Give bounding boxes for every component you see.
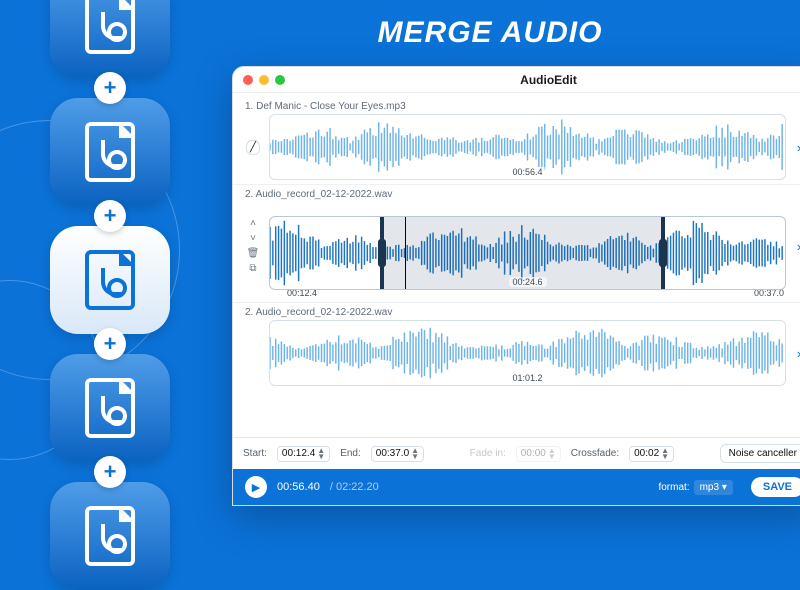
waveform[interactable]: 01:01.2 bbox=[269, 320, 786, 386]
fade-tool-button[interactable]: ╱ bbox=[246, 140, 260, 155]
track-list: 1. Def Manic - Close Your Eyes.mp3 ╱ 00:… bbox=[233, 93, 800, 390]
track-label: 1. Def Manic - Close Your Eyes.mp3 bbox=[245, 101, 800, 112]
audio-file-tile bbox=[50, 98, 170, 206]
scroll-right-button[interactable]: › bbox=[792, 140, 800, 155]
track-label: 2. Audio_record_02-12-2022.wav bbox=[245, 307, 800, 318]
scroll-right-button[interactable]: › bbox=[792, 239, 800, 254]
format-label: format: bbox=[658, 482, 689, 493]
track-side-controls: ˄ ˅ 🗑 ⧉ bbox=[243, 218, 263, 274]
crossfade-label: Crossfade: bbox=[571, 448, 619, 459]
crossfade-stepper[interactable]: 00:02▲▼ bbox=[629, 446, 674, 462]
selection-handle-right[interactable] bbox=[659, 239, 667, 267]
audio-file-tile bbox=[50, 482, 170, 590]
hero-title: MERGE AUDIO bbox=[220, 16, 760, 50]
duplicate-button[interactable]: ⧉ bbox=[249, 263, 256, 274]
audio-file-tile bbox=[50, 354, 170, 462]
start-label: Start: bbox=[243, 448, 267, 459]
track-duration: 00:24.6 bbox=[508, 277, 546, 287]
noise-canceller-button[interactable]: Noise canceller bbox=[720, 444, 800, 463]
time-total: / 02:22.20 bbox=[330, 481, 379, 493]
track-duration: 00:56.4 bbox=[508, 167, 546, 177]
time-current: 00:56.40 bbox=[277, 481, 320, 493]
end-label: End: bbox=[340, 448, 361, 459]
play-button[interactable]: ▶ bbox=[245, 476, 267, 498]
scroll-right-button[interactable]: › bbox=[792, 346, 800, 361]
end-stepper[interactable]: 00:37.0▲▼ bbox=[371, 446, 424, 462]
plus-icon: + bbox=[94, 456, 126, 488]
waveform[interactable]: 00:24.6 bbox=[269, 216, 786, 290]
plus-icon: + bbox=[94, 72, 126, 104]
plus-icon: + bbox=[94, 200, 126, 232]
delete-button[interactable]: 🗑 bbox=[247, 248, 260, 259]
close-icon[interactable] bbox=[243, 75, 253, 85]
waveform[interactable]: 00:56.4 bbox=[269, 114, 786, 180]
track-row: 2. Audio_record_02-12-2022.wav 01:01.2 › bbox=[233, 302, 800, 390]
app-window: AudioEdit 1. Def Manic - Close Your Eyes… bbox=[232, 66, 800, 506]
minimize-icon[interactable] bbox=[259, 75, 269, 85]
edit-controls-bar: Start: 00:12.4▲▼ End: 00:37.0▲▼ Fade in:… bbox=[233, 437, 800, 469]
fadein-label: Fade in: bbox=[470, 448, 506, 459]
fadein-stepper[interactable]: 00:00▲▼ bbox=[516, 446, 561, 462]
audio-file-tile bbox=[50, 0, 170, 78]
move-down-button[interactable]: ˅ bbox=[250, 233, 256, 244]
titlebar: AudioEdit bbox=[233, 67, 800, 93]
audio-file-tile-active bbox=[50, 226, 170, 334]
plus-icon: + bbox=[94, 328, 126, 360]
track-row-selected: 2. Audio_record_02-12-2022.wav ˄ ˅ 🗑 ⧉ bbox=[233, 184, 800, 302]
fullscreen-icon[interactable] bbox=[275, 75, 285, 85]
track-row: 1. Def Manic - Close Your Eyes.mp3 ╱ 00:… bbox=[233, 97, 800, 184]
save-button[interactable]: SAVE bbox=[751, 477, 800, 497]
window-title: AudioEdit bbox=[291, 73, 800, 87]
start-stepper[interactable]: 00:12.4▲▼ bbox=[277, 446, 330, 462]
move-up-button[interactable]: ˄ bbox=[250, 218, 256, 229]
selection-handle-left[interactable] bbox=[378, 239, 386, 267]
promo-column: + + + + bbox=[40, 0, 180, 590]
format-select[interactable]: mp3 ▾ bbox=[694, 480, 733, 495]
track-label: 2. Audio_record_02-12-2022.wav bbox=[245, 189, 800, 200]
track-duration: 01:01.2 bbox=[508, 373, 546, 383]
